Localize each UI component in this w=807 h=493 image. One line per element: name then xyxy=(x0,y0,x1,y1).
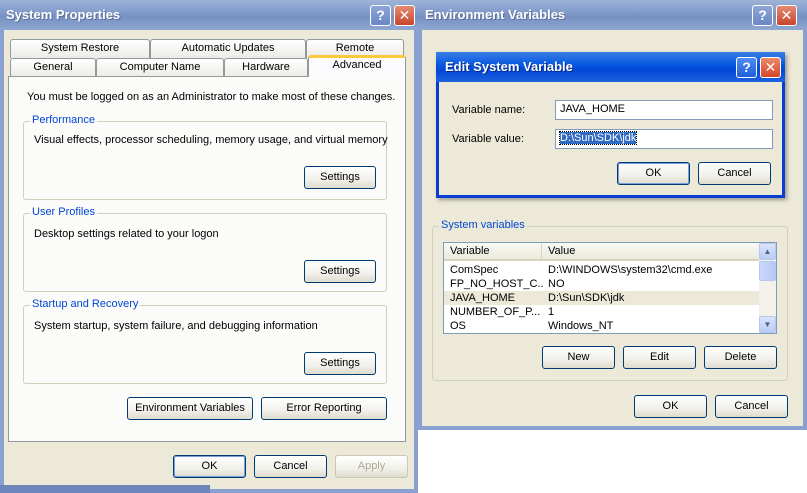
env-ok-button[interactable]: OK xyxy=(634,395,707,418)
scroll-up-icon[interactable]: ▲ xyxy=(759,243,776,260)
edit-ok-button[interactable]: OK xyxy=(617,162,690,185)
edit-cancel-button[interactable]: Cancel xyxy=(698,162,771,185)
column-header-variable[interactable]: Variable xyxy=(444,243,542,261)
help-icon[interactable]: ? xyxy=(736,57,757,78)
tab-label: General xyxy=(33,61,73,73)
vertical-scrollbar[interactable]: ▲ ▼ xyxy=(759,243,776,333)
new-button[interactable]: New xyxy=(542,346,615,369)
table-row[interactable]: ComSpec D:\WINDOWS\system32\cmd.exe xyxy=(444,263,760,277)
performance-label: Performance xyxy=(30,114,97,126)
variable-value-selected-text: D:\Sun\SDK\jdk xyxy=(558,131,638,145)
edit-button[interactable]: Edit xyxy=(623,346,696,369)
tab-system-restore[interactable]: System Restore xyxy=(10,39,150,58)
tab-label: Advanced xyxy=(332,59,382,71)
delete-button[interactable]: Delete xyxy=(704,346,777,369)
variable-name-cell: ComSpec xyxy=(450,264,499,276)
table-row[interactable]: FP_NO_HOST_C... NO xyxy=(444,277,760,291)
tab-page-advanced: You must be logged on as an Administrato… xyxy=(8,76,406,442)
system-variables-list[interactable]: Variable Value ComSpec D:\WINDOWS\system3… xyxy=(443,242,777,334)
variable-name-field[interactable]: JAVA_HOME xyxy=(555,100,773,120)
system-variables-label: System variables xyxy=(439,219,527,231)
system-properties-titlebar[interactable]: System Properties ? ✕ xyxy=(0,0,418,30)
help-icon[interactable]: ? xyxy=(370,5,391,26)
tab-automatic-updates[interactable]: Automatic Updates xyxy=(150,39,306,58)
variable-value-field[interactable]: D:\Sun\SDK\jdk xyxy=(555,129,773,149)
edit-dialog-titlebar[interactable]: Edit System Variable ? ✕ xyxy=(436,52,785,82)
tab-label: Automatic Updates xyxy=(181,42,275,54)
environment-variables-titlebar[interactable]: Environment Variables ? ✕ xyxy=(418,0,807,30)
window-shadow-strip xyxy=(0,485,210,493)
startup-recovery-description: System startup, system failure, and debu… xyxy=(34,320,318,332)
variable-name-cell: FP_NO_HOST_C... xyxy=(450,278,544,290)
table-row[interactable]: OS Windows_NT xyxy=(444,319,760,333)
variable-value-cell: D:\WINDOWS\system32\cmd.exe xyxy=(548,264,713,276)
startup-recovery-label: Startup and Recovery xyxy=(30,298,141,310)
admin-notice: You must be logged on as an Administrato… xyxy=(27,91,396,103)
variable-name-cell: NUMBER_OF_P... xyxy=(450,306,541,318)
close-icon[interactable]: ✕ xyxy=(394,5,415,26)
variable-name-value: JAVA_HOME xyxy=(560,103,625,115)
variable-value-cell: Windows_NT xyxy=(548,320,614,332)
error-reporting-button[interactable]: Error Reporting xyxy=(261,397,387,420)
startup-recovery-group: Startup and Recovery System startup, sys… xyxy=(23,298,387,384)
variable-value-cell: 1 xyxy=(548,306,555,318)
table-row[interactable]: JAVA_HOME D:\Sun\SDK\jdk xyxy=(444,291,760,305)
tab-label: System Restore xyxy=(40,42,120,54)
column-header-value[interactable]: Value xyxy=(542,243,762,261)
close-icon[interactable]: ✕ xyxy=(776,5,797,26)
user-profiles-description: Desktop settings related to your logon xyxy=(34,228,219,240)
edit-system-variable-dialog: Edit System Variable ? ✕ Variable name: … xyxy=(436,52,785,198)
env-cancel-button[interactable]: Cancel xyxy=(715,395,788,418)
user-profiles-settings-button[interactable]: Settings xyxy=(304,260,376,283)
scroll-down-icon[interactable]: ▼ xyxy=(759,316,776,333)
window-title: Environment Variables xyxy=(425,7,566,22)
variable-value-cell: NO xyxy=(548,278,565,290)
performance-description: Visual effects, processor scheduling, me… xyxy=(34,134,388,146)
scroll-thumb[interactable] xyxy=(759,261,776,281)
tab-label: Hardware xyxy=(242,61,290,73)
user-profiles-label: User Profiles xyxy=(30,206,97,218)
tab-hardware[interactable]: Hardware xyxy=(224,58,308,77)
variable-value-cell: D:\Sun\SDK\jdk xyxy=(548,292,625,304)
system-variables-group: System variables Variable Value ComSpec D… xyxy=(432,219,788,381)
performance-settings-button[interactable]: Settings xyxy=(304,166,376,189)
ok-button[interactable]: OK xyxy=(173,455,246,478)
table-row[interactable]: NUMBER_OF_P... 1 xyxy=(444,305,760,319)
user-profiles-group: User Profiles Desktop settings related t… xyxy=(23,206,387,292)
cancel-button[interactable]: Cancel xyxy=(254,455,327,478)
tab-label: Remote xyxy=(335,42,375,54)
variable-name-cell: JAVA_HOME xyxy=(450,292,515,304)
tab-advanced[interactable]: Advanced xyxy=(308,55,406,77)
startup-settings-button[interactable]: Settings xyxy=(304,352,376,375)
tab-general[interactable]: General xyxy=(10,58,96,77)
apply-button[interactable]: Apply xyxy=(335,455,408,478)
window-title: System Properties xyxy=(6,7,121,22)
help-icon[interactable]: ? xyxy=(752,5,773,26)
tab-computer-name[interactable]: Computer Name xyxy=(96,58,224,77)
variable-name-label: Variable name: xyxy=(452,104,526,116)
variable-name-cell: OS xyxy=(450,320,466,332)
tab-label: Computer Name xyxy=(119,61,201,73)
variable-value-label: Variable value: xyxy=(452,133,524,145)
dialog-title: Edit System Variable xyxy=(445,59,573,74)
system-properties-window: System Properties ? ✕ System Restore Aut… xyxy=(0,0,418,493)
performance-group: Performance Visual effects, processor sc… xyxy=(23,114,388,200)
environment-variables-button[interactable]: Environment Variables xyxy=(127,397,253,420)
close-icon[interactable]: ✕ xyxy=(760,57,781,78)
